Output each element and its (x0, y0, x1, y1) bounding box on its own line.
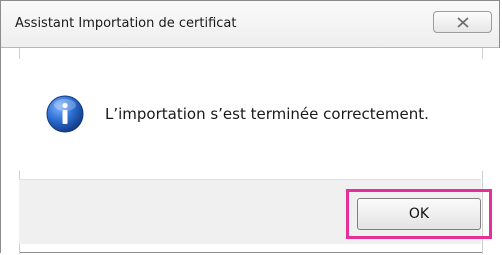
window-title: Assistant Importation de certificat (15, 16, 237, 31)
close-button[interactable] (433, 11, 492, 33)
ok-button[interactable]: OK (357, 198, 481, 230)
status-message: L’importation s’est terminée correctemen… (105, 105, 429, 123)
left-border (1, 48, 20, 254)
dialog-window: Assistant Importation de certificat L’im… (0, 0, 501, 254)
close-icon (457, 17, 469, 28)
title-bar[interactable]: Assistant Importation de certificat (1, 1, 499, 48)
info-icon (46, 95, 84, 133)
